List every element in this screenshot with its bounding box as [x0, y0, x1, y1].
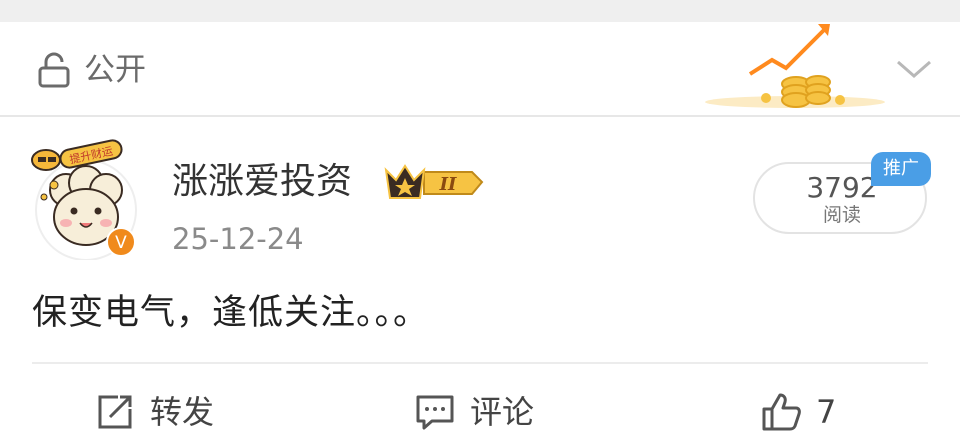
thumbs-up-icon [762, 393, 801, 431]
share-icon [98, 395, 132, 429]
badge-level: II [439, 174, 457, 195]
comment-label: 评论 [470, 393, 535, 431]
author-name[interactable]: 涨涨爱投资 [172, 160, 352, 204]
repost-label: 转发 [150, 393, 215, 431]
comment-button[interactable]: 评论 [414, 392, 534, 432]
like-count: 7 [816, 393, 837, 431]
crown-level-badge-icon[interactable]: II [384, 160, 484, 204]
divider [0, 115, 960, 117]
like-button[interactable]: 7 [760, 392, 836, 432]
verified-badge-icon: V [106, 227, 136, 257]
visibility-selector[interactable]: 公开 [0, 22, 960, 115]
unlock-icon [38, 52, 70, 88]
read-count-label: 阅读 [822, 204, 861, 226]
repost-button[interactable]: 转发 [94, 392, 214, 432]
top-status-strip [0, 0, 960, 22]
post-date: 25-12-24 [172, 222, 304, 256]
post-text: 保变电气，逢低关注。。。 [32, 293, 430, 333]
avatar[interactable]: 提升财运 V [24, 135, 149, 261]
comment-icon [416, 395, 454, 430]
visibility-label: 公开 [84, 52, 146, 88]
promo-badge: 推广 [871, 152, 931, 186]
divider [32, 362, 928, 364]
chevron-down-icon[interactable] [894, 54, 934, 84]
rising-coins-icon [705, 24, 885, 108]
verified-mark: V [115, 233, 127, 253]
